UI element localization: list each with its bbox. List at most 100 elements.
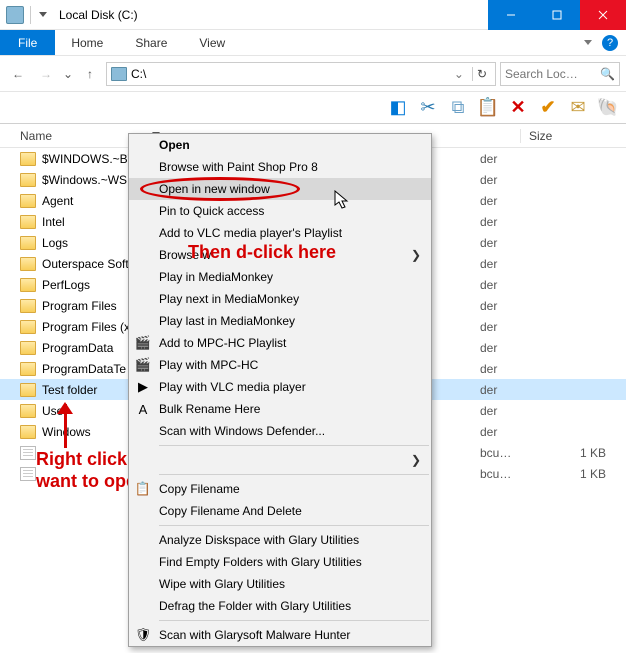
menu-item[interactable]: Add to VLC media player's Playlist xyxy=(129,222,431,244)
menu-item[interactable]: Pin to Quick access xyxy=(129,200,431,222)
search-icon[interactable]: 🔍 xyxy=(600,67,615,81)
file-type-fragment: der xyxy=(476,236,520,250)
menu-item[interactable]: Scan with Windows Defender... xyxy=(129,420,431,442)
close-button[interactable] xyxy=(580,0,626,30)
home-tab[interactable]: Home xyxy=(55,30,119,55)
ribbon-help: ? xyxy=(584,30,626,55)
file-type-fragment: der xyxy=(476,383,520,397)
menu-item[interactable]: 🛡Scan with Glarysoft Malware Hunter xyxy=(129,624,431,646)
submenu-arrow-icon: ❯ xyxy=(411,248,421,262)
file-name: PerfLogs xyxy=(42,278,90,292)
paste-icon[interactable]: 📋 xyxy=(478,98,498,118)
address-dropdown-icon[interactable]: ⌄ xyxy=(450,67,468,81)
menu-item-label: Play with MPC-HC xyxy=(159,358,258,372)
copy-icon[interactable]: ⧉ xyxy=(448,98,468,118)
menu-separator xyxy=(159,525,429,526)
folder-icon xyxy=(20,404,36,418)
search-box[interactable]: 🔍 xyxy=(500,62,620,86)
menu-item[interactable]: ▶Play with VLC media player xyxy=(129,376,431,398)
file-size: 1 KB xyxy=(520,467,626,481)
menu-item[interactable]: Defrag the Folder with Glary Utilities xyxy=(129,595,431,617)
file-name: ProgramData xyxy=(42,341,113,355)
folder-icon xyxy=(20,173,36,187)
file-type-fragment: der xyxy=(476,362,520,376)
custom-toolbar: ◧ ✂ ⧉ 📋 ✕ ✔ ✉ 🐚 xyxy=(0,92,626,124)
menu-item-label: Scan with Glarysoft Malware Hunter xyxy=(159,628,350,642)
menu-item-label: Play in MediaMonkey xyxy=(159,270,273,284)
menu-item[interactable]: Browse with Paint Shop Pro 8 xyxy=(129,156,431,178)
cut-icon[interactable]: ✂ xyxy=(418,98,438,118)
file-size: 1 KB xyxy=(520,446,626,460)
mail-icon[interactable]: ✉ xyxy=(568,98,588,118)
menu-item[interactable]: Play next in MediaMonkey xyxy=(129,288,431,310)
forward-button[interactable]: → xyxy=(34,62,58,86)
folder-icon xyxy=(20,320,36,334)
panel-toggle-icon[interactable]: ◧ xyxy=(388,98,408,118)
menu-item[interactable]: 🎬Add to MPC-HC Playlist xyxy=(129,332,431,354)
share-tab[interactable]: Share xyxy=(119,30,183,55)
menu-item[interactable]: Find Empty Folders with Glary Utilities xyxy=(129,551,431,573)
menu-item[interactable]: Play in MediaMonkey xyxy=(129,266,431,288)
address-bar[interactable]: C:\ ⌄ ↻ xyxy=(106,62,496,86)
menu-item[interactable]: Copy Filename And Delete xyxy=(129,500,431,522)
folder-icon xyxy=(20,278,36,292)
folder-icon xyxy=(20,383,36,397)
file-tab[interactable]: File xyxy=(0,30,55,55)
window-title: Local Disk (C:) xyxy=(59,8,138,22)
menu-item[interactable]: Play last in MediaMonkey xyxy=(129,310,431,332)
file-type-fragment: der xyxy=(476,173,520,187)
column-size[interactable]: Size xyxy=(520,129,626,143)
submenu-arrow-icon: ❯ xyxy=(411,453,421,467)
file-type-fragment: der xyxy=(476,257,520,271)
file-name: Intel xyxy=(42,215,65,229)
menu-item-icon: A xyxy=(135,401,151,417)
menu-item[interactable]: Wipe with Glary Utilities xyxy=(129,573,431,595)
menu-item-label: Analyze Diskspace with Glary Utilities xyxy=(159,533,359,547)
menu-item[interactable]: Open in new window xyxy=(129,178,431,200)
recent-dropdown-icon[interactable]: ⌄ xyxy=(62,62,74,86)
folder-icon xyxy=(20,236,36,250)
quick-access-dropdown[interactable] xyxy=(39,10,49,20)
folder-icon xyxy=(20,194,36,208)
file-name: Program Files (x xyxy=(42,320,130,334)
folder-icon xyxy=(20,215,36,229)
help-icon[interactable]: ? xyxy=(602,35,618,51)
delete-icon[interactable]: ✕ xyxy=(508,98,528,118)
up-button[interactable]: ↑ xyxy=(78,62,102,86)
file-name: Test folder xyxy=(42,383,97,397)
check-icon[interactable]: ✔ xyxy=(538,98,558,118)
folder-icon xyxy=(20,257,36,271)
folder-icon xyxy=(20,425,36,439)
file-name: Outerspace Soft xyxy=(42,257,129,271)
view-tab[interactable]: View xyxy=(183,30,241,55)
menu-item-label: Bulk Rename Here xyxy=(159,402,260,416)
search-input[interactable] xyxy=(505,67,593,81)
refresh-icon[interactable]: ↻ xyxy=(472,67,491,81)
file-type-fragment: der xyxy=(476,404,520,418)
menu-item-label: Play last in MediaMonkey xyxy=(159,314,295,328)
shell-icon[interactable]: 🐚 xyxy=(598,98,618,118)
file-icon xyxy=(20,467,36,481)
menu-item-label: Copy Filename And Delete xyxy=(159,504,302,518)
menu-item-label: Wipe with Glary Utilities xyxy=(159,577,285,591)
menu-item[interactable]: Open xyxy=(129,134,431,156)
menu-item[interactable]: A Bulk Rename Here xyxy=(129,398,431,420)
ribbon-expand-icon[interactable] xyxy=(584,38,594,48)
ribbon: File Home Share View ? xyxy=(0,30,626,56)
menu-item[interactable]: Browse w❯ xyxy=(129,244,431,266)
menu-item[interactable]: 🎬Play with MPC-HC xyxy=(129,354,431,376)
menu-item-label: Browse with Paint Shop Pro 8 xyxy=(159,160,318,174)
file-type-fragment: der xyxy=(476,320,520,334)
minimize-button[interactable] xyxy=(488,0,534,30)
menu-separator xyxy=(159,620,429,621)
menu-separator xyxy=(159,445,429,446)
drive-icon-small xyxy=(111,67,127,81)
maximize-button[interactable] xyxy=(534,0,580,30)
file-type-fragment: der xyxy=(476,299,520,313)
menu-item[interactable]: ❯ xyxy=(129,449,431,471)
titlebar-separator xyxy=(30,6,31,24)
menu-item[interactable]: 📋Copy Filename xyxy=(129,478,431,500)
menu-item-label: Play next in MediaMonkey xyxy=(159,292,299,306)
back-button[interactable]: ← xyxy=(6,62,30,86)
menu-item[interactable]: Analyze Diskspace with Glary Utilities xyxy=(129,529,431,551)
